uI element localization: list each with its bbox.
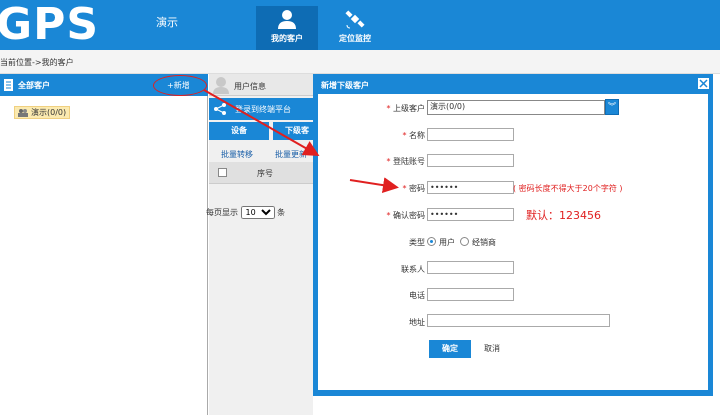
avatar-icon: [213, 77, 229, 94]
type-label: 类型: [409, 238, 425, 247]
chevron-down-icon[interactable]: ︾: [605, 99, 619, 115]
cancel-button[interactable]: 取消: [484, 343, 500, 354]
confirm-password-field[interactable]: ••••••: [427, 208, 514, 221]
sidebar-title: 全部客户: [18, 81, 50, 90]
address-label: 地址: [409, 318, 425, 327]
pagination: 每页显示 10 条: [206, 206, 285, 219]
close-icon: [699, 79, 708, 88]
phone-label: 电话: [409, 291, 425, 300]
name-label: * 名称: [402, 131, 425, 140]
dialog-body: * 上级客户 演示(0/0) ︾ * 名称 * 登陆账号 * 密码 ••••••…: [318, 94, 708, 390]
add-customer-dialog: 新增下级客户 * 上级客户 演示(0/0) ︾ * 名称 * 登陆账号 * 密码…: [313, 74, 713, 396]
account-field[interactable]: [427, 154, 514, 167]
annotation-highlight: [153, 75, 207, 96]
password-label: * 密码: [402, 184, 425, 193]
account-label: * 登陆账号: [386, 157, 425, 166]
table-header: 序号: [209, 162, 313, 184]
customer-sidebar: 全部客户 +新增 演示(0/0): [0, 74, 208, 415]
sub-customer-button[interactable]: 下级客: [273, 122, 313, 140]
app-header: GPS 演示 我的客户 定位监控: [0, 0, 720, 50]
device-button[interactable]: 设备: [209, 122, 269, 140]
column-seq: 序号: [257, 169, 273, 178]
share-icon: [214, 103, 226, 115]
satellite-icon: [345, 10, 365, 29]
confirm-button[interactable]: 确定: [429, 340, 471, 358]
tab-label: 用户信息: [234, 82, 266, 91]
dialog-title: 新增下级客户: [321, 81, 369, 90]
confirm-password-label: * 确认密码: [386, 211, 425, 220]
nav-location-monitor[interactable]: 定位监控: [324, 6, 386, 50]
batch-move-link[interactable]: 批量转移: [221, 149, 253, 160]
nav-label: 定位监控: [339, 34, 371, 43]
breadcrumb-bar: 当前位置->我的客户: [0, 50, 720, 74]
app-logo: GPS: [0, 0, 100, 50]
nav-label: 我的客户: [271, 34, 303, 43]
parent-customer-select[interactable]: 演示(0/0): [427, 100, 605, 115]
type-dealer-radio[interactable]: [460, 237, 469, 246]
select-all-checkbox[interactable]: [218, 168, 227, 177]
per-page-label: 每页显示: [206, 208, 238, 217]
password-field[interactable]: ••••••: [427, 181, 514, 194]
tree-item[interactable]: 演示(0/0): [14, 106, 71, 119]
close-button[interactable]: [698, 78, 709, 89]
nav-my-customers[interactable]: 我的客户: [256, 6, 318, 50]
name-field[interactable]: [427, 128, 514, 141]
customer-detail-panel: 用户信息 登录到终端平台 设备 下级客 批量转移 批量更新 序号 每页显示 10…: [206, 74, 313, 415]
type-dealer-label: 经销商: [472, 238, 496, 247]
per-page-select[interactable]: 10: [240, 206, 275, 219]
group-icon: [18, 109, 28, 117]
button-label: 登录到终端平台: [235, 105, 291, 114]
password-hint: ( 密码长度不得大于20个字符 ): [513, 184, 623, 193]
company-name: 演示: [156, 16, 178, 29]
breadcrumb: 当前位置->我的客户: [0, 58, 74, 67]
per-page-unit: 条: [277, 208, 286, 217]
type-user-label: 用户: [439, 238, 455, 247]
sidebar-header: 全部客户 +新增: [0, 74, 208, 96]
tab-user-info[interactable]: 用户信息: [209, 74, 313, 96]
type-user-radio[interactable]: [427, 237, 436, 246]
document-icon: [4, 79, 13, 91]
tree-item-label: 演示(0/0): [31, 108, 67, 117]
contact-field[interactable]: [427, 261, 514, 274]
batch-update-link[interactable]: 批量更新: [275, 149, 307, 160]
address-field[interactable]: [427, 314, 610, 327]
phone-field[interactable]: [427, 288, 514, 301]
default-password-note: 默认：123456: [526, 209, 601, 222]
contact-label: 联系人: [401, 265, 425, 274]
parent-customer-label: * 上级客户: [386, 104, 425, 113]
login-terminal-button[interactable]: 登录到终端平台: [209, 98, 313, 120]
user-icon: [278, 10, 296, 29]
